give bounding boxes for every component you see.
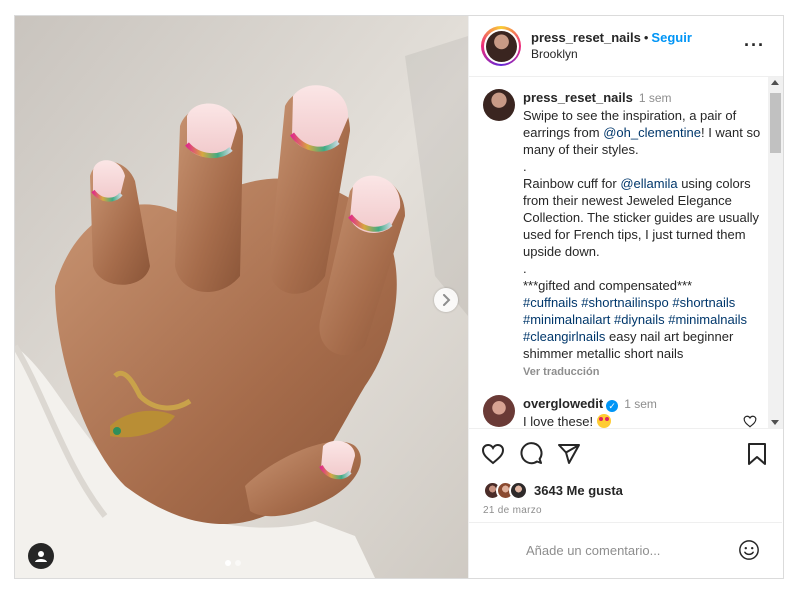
save-button[interactable] xyxy=(747,442,767,469)
separator-dot: • xyxy=(643,30,649,45)
post-modal: press_reset_nails • Seguir Brooklyn ··· pr… xyxy=(14,15,784,579)
liker-avatars xyxy=(483,480,528,500)
scroll-down-arrow-icon[interactable] xyxy=(771,420,779,425)
see-translation-button[interactable]: Ver traducción xyxy=(523,364,763,381)
post-photo[interactable] xyxy=(15,16,468,578)
story-ring[interactable] xyxy=(481,26,521,66)
comment-button[interactable] xyxy=(519,442,543,466)
carousel-dot xyxy=(235,560,241,566)
scrollbar-thumb[interactable] xyxy=(770,93,781,153)
add-comment-bar: Añade un comentario... xyxy=(469,522,782,578)
author-avatar[interactable] xyxy=(485,30,517,62)
verified-badge-icon: ✓ xyxy=(606,400,619,412)
mention-link[interactable]: @oh_clementine xyxy=(603,125,701,140)
nail-art-photo xyxy=(15,16,468,578)
user-tag-icon xyxy=(35,551,47,562)
more-horizontal-icon: ··· xyxy=(744,35,765,55)
likes-row[interactable]: 3643 Me gusta xyxy=(469,479,783,501)
location-link[interactable]: Brooklyn xyxy=(531,46,692,63)
caption-username[interactable]: press_reset_nails xyxy=(523,90,633,105)
comment-item: overglowedit ✓ 1 sem I love these! xyxy=(469,381,783,429)
like-button[interactable] xyxy=(481,443,505,465)
caption-text: Swipe to see the inspiration, a pair of … xyxy=(523,107,763,362)
heart-eyes-emoji-icon xyxy=(596,414,611,428)
tagged-users-button[interactable] xyxy=(28,543,54,569)
comment-input[interactable]: Añade un comentario... xyxy=(526,543,660,558)
smiley-icon[interactable] xyxy=(738,539,760,561)
action-bar xyxy=(469,429,783,479)
carousel-indicator xyxy=(225,560,241,566)
carousel-dot-active xyxy=(225,560,231,566)
share-button[interactable] xyxy=(557,442,581,466)
send-icon xyxy=(558,444,580,464)
scrollbar[interactable] xyxy=(768,77,783,428)
mention-link[interactable]: @ellamila xyxy=(620,176,677,191)
chevron-right-icon xyxy=(443,294,451,306)
follow-button[interactable]: Seguir xyxy=(651,30,691,45)
comment-icon xyxy=(520,442,543,465)
comment-username[interactable]: overglowedit xyxy=(523,396,603,411)
caption-text-3: using colors from their newest Jeweled E… xyxy=(523,176,760,293)
bookmark-icon xyxy=(748,443,766,465)
comments-list[interactable]: press_reset_nails 1 sem Swipe to see the … xyxy=(469,77,783,429)
heart-icon xyxy=(481,443,505,465)
comment-like-icon[interactable] xyxy=(743,415,757,428)
post-date[interactable]: 21 de marzo xyxy=(469,501,783,516)
liker-avatar xyxy=(509,480,528,500)
post-header: press_reset_nails • Seguir Brooklyn ··· xyxy=(469,16,783,77)
scroll-up-arrow-icon[interactable] xyxy=(771,80,779,85)
comment-text: I love these! xyxy=(523,414,597,429)
caption-avatar[interactable] xyxy=(483,89,515,121)
more-options-button[interactable]: ··· xyxy=(744,36,765,54)
caption: press_reset_nails 1 sem Swipe to see the … xyxy=(469,77,783,381)
comment-avatar[interactable] xyxy=(483,395,515,427)
caption-timestamp[interactable]: 1 sem xyxy=(639,91,672,105)
post-side-panel: press_reset_nails • Seguir Brooklyn ··· pr… xyxy=(468,16,783,578)
author-username[interactable]: press_reset_nails xyxy=(531,30,641,45)
likes-count[interactable]: 3643 Me gusta xyxy=(534,483,623,498)
comment-timestamp[interactable]: 1 sem xyxy=(624,397,657,411)
next-image-button[interactable] xyxy=(434,288,458,312)
